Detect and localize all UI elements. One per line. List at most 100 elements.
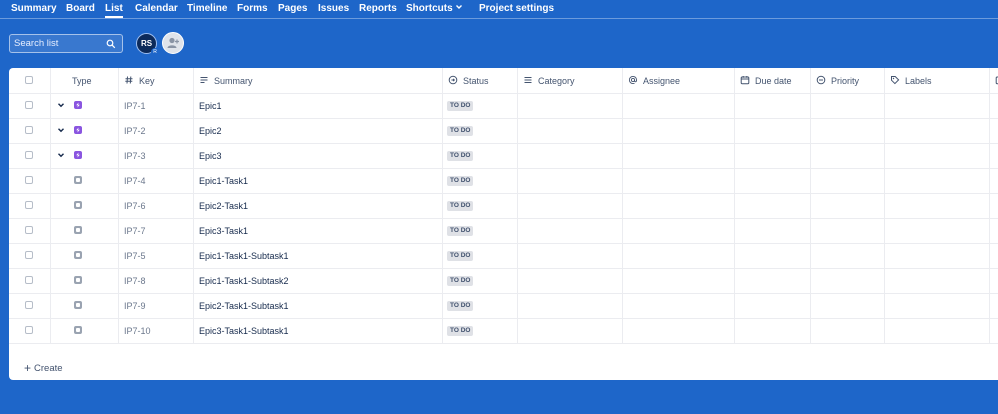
avatar-sub-badge: R: [151, 48, 159, 56]
nav-project-settings[interactable]: Project settings: [479, 3, 554, 14]
header-type[interactable]: Type: [72, 76, 92, 86]
issue-key[interactable]: IP7-8: [124, 276, 146, 286]
create-label: Create: [34, 363, 63, 374]
status-badge[interactable]: TO DO: [447, 176, 474, 186]
issue-summary[interactable]: Epic3-Task1: [199, 226, 248, 236]
table-row[interactable]: IP7-5 Epic1-Task1-Subtask1 TO DO: [9, 243, 998, 269]
nav-issues[interactable]: Issues: [318, 3, 349, 14]
row-checkbox[interactable]: [25, 176, 33, 184]
nav-forms[interactable]: Forms: [237, 3, 268, 14]
status-badge[interactable]: TO DO: [447, 301, 474, 311]
calendar-icon: [740, 76, 750, 85]
table-row[interactable]: IP7-4 Epic1-Task1 TO DO: [9, 168, 998, 194]
issue-key[interactable]: IP7-10: [124, 326, 151, 336]
status-badge[interactable]: TO DO: [447, 226, 474, 236]
issue-key[interactable]: IP7-6: [124, 201, 146, 211]
issue-key[interactable]: IP7-1: [124, 101, 146, 111]
epic-icon: [74, 126, 82, 134]
issue-key[interactable]: IP7-3: [124, 151, 146, 161]
header-due-date[interactable]: Due date: [755, 76, 792, 86]
select-all-checkbox[interactable]: [25, 76, 33, 84]
header-key[interactable]: Key: [139, 76, 155, 86]
row-checkbox[interactable]: [25, 326, 33, 334]
task-icon: [74, 226, 82, 234]
status-badge[interactable]: TO DO: [447, 251, 474, 261]
nav-timeline[interactable]: Timeline: [187, 3, 227, 14]
task-icon: [74, 251, 82, 259]
add-person-icon: [167, 37, 179, 48]
row-checkbox[interactable]: [25, 201, 33, 209]
table-row[interactable]: IP7-3 Epic3 TO DO: [9, 143, 998, 169]
avatar[interactable]: RS R: [136, 33, 159, 56]
issue-key[interactable]: IP7-2: [124, 126, 146, 136]
table-row[interactable]: IP7-10 Epic3-Task1-Subtask1 TO DO: [9, 318, 998, 344]
issue-summary[interactable]: Epic2-Task1: [199, 201, 248, 211]
status-badge[interactable]: TO DO: [447, 151, 474, 161]
nav-shortcuts[interactable]: Shortcuts: [406, 3, 453, 14]
issue-summary[interactable]: Epic3-Task1-Subtask1: [199, 326, 289, 336]
row-checkbox[interactable]: [25, 151, 33, 159]
issue-summary[interactable]: Epic3: [199, 151, 222, 161]
tag-icon: [891, 76, 900, 85]
create-button[interactable]: + Create: [24, 360, 63, 375]
priority-icon: [816, 75, 826, 85]
nav-board[interactable]: Board: [66, 3, 95, 14]
chevron-down-icon[interactable]: [454, 2, 464, 12]
avatar-initials: RS: [140, 39, 153, 48]
table-row[interactable]: IP7-8 Epic1-Task1-Subtask2 TO DO: [9, 268, 998, 294]
table-header: Type Key Summary Status Category Assigne…: [9, 68, 998, 94]
chevron-down-icon[interactable]: [57, 151, 65, 159]
nav-list[interactable]: List: [105, 3, 123, 18]
header-labels[interactable]: Labels: [905, 76, 932, 86]
task-icon: [74, 326, 82, 334]
issue-summary[interactable]: Epic2: [199, 126, 222, 136]
table-row[interactable]: IP7-9 Epic2-Task1-Subtask1 TO DO: [9, 293, 998, 319]
status-circle-icon: [448, 75, 458, 85]
row-checkbox[interactable]: [25, 301, 33, 309]
table-row[interactable]: IP7-6 Epic2-Task1 TO DO: [9, 193, 998, 219]
row-checkbox[interactable]: [25, 101, 33, 109]
search-input[interactable]: [14, 37, 104, 50]
add-people-button[interactable]: [162, 32, 184, 54]
issue-list-card: Type Key Summary Status Category Assigne…: [9, 68, 998, 380]
nav-pages[interactable]: Pages: [278, 3, 307, 14]
row-checkbox[interactable]: [25, 226, 33, 234]
issue-summary[interactable]: Epic1-Task1: [199, 176, 248, 186]
status-badge[interactable]: TO DO: [447, 326, 474, 336]
table-row[interactable]: IP7-7 Epic3-Task1 TO DO: [9, 218, 998, 244]
header-priority[interactable]: Priority: [831, 76, 859, 86]
issue-key[interactable]: IP7-7: [124, 226, 146, 236]
issue-key[interactable]: IP7-9: [124, 301, 146, 311]
table-row[interactable]: IP7-1 Epic1 TO DO: [9, 93, 998, 119]
search-box[interactable]: [9, 34, 123, 53]
at-sign-icon: [628, 75, 638, 85]
nav-calendar[interactable]: Calendar: [135, 3, 178, 14]
header-category[interactable]: Category: [538, 76, 575, 86]
issue-key[interactable]: IP7-4: [124, 176, 146, 186]
status-badge[interactable]: TO DO: [447, 276, 474, 286]
status-badge[interactable]: TO DO: [447, 126, 474, 136]
row-checkbox[interactable]: [25, 126, 33, 134]
table-row[interactable]: IP7-2 Epic2 TO DO: [9, 118, 998, 144]
top-nav: Summary Board List Calendar Timeline For…: [0, 0, 998, 19]
header-status[interactable]: Status: [463, 76, 489, 86]
nav-reports[interactable]: Reports: [359, 3, 397, 14]
issue-summary[interactable]: Epic1-Task1-Subtask1: [199, 251, 289, 261]
row-checkbox[interactable]: [25, 276, 33, 284]
status-badge[interactable]: TO DO: [447, 201, 474, 211]
chevron-down-icon[interactable]: [57, 101, 65, 109]
issue-summary[interactable]: Epic1: [199, 101, 222, 111]
hash-icon: [125, 76, 133, 84]
issue-summary[interactable]: Epic2-Task1-Subtask1: [199, 301, 289, 311]
row-checkbox[interactable]: [25, 251, 33, 259]
header-summary[interactable]: Summary: [214, 76, 253, 86]
chevron-down-icon[interactable]: [57, 126, 65, 134]
issue-key[interactable]: IP7-5: [124, 251, 146, 261]
epic-icon: [74, 151, 82, 159]
search-icon: [106, 39, 116, 49]
nav-summary[interactable]: Summary: [11, 3, 57, 14]
status-badge[interactable]: TO DO: [447, 101, 474, 111]
epic-icon: [74, 101, 82, 109]
header-assignee[interactable]: Assignee: [643, 76, 680, 86]
issue-summary[interactable]: Epic1-Task1-Subtask2: [199, 276, 289, 286]
